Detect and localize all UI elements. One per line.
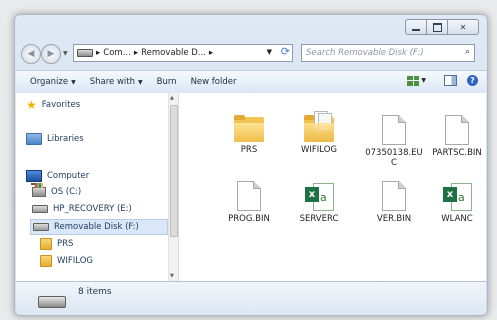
drive-icon xyxy=(77,49,93,57)
chevron-down-icon: ▼ xyxy=(71,79,76,86)
back-button[interactable]: ◀ xyxy=(21,44,41,64)
file-item-serverc[interactable]: x SERVERC xyxy=(289,181,349,224)
file-item-wlanc[interactable]: x WLANC xyxy=(427,181,487,224)
forward-arrow-icon: ▶ xyxy=(47,49,55,59)
file-item-07350138-euc[interactable]: 07350138.EUC xyxy=(364,115,424,168)
address-row: ◀ ▶ ▼ ▸ Com... ▸ Removable D... ▸ ▼ ⟳ Se… xyxy=(21,42,481,66)
breadcrumb-computer[interactable]: Com... xyxy=(103,48,131,58)
caption-buttons: ✕ xyxy=(405,19,479,35)
close-icon: ✕ xyxy=(459,22,467,32)
file-name: PRS xyxy=(240,145,258,155)
nav-item-os-drive[interactable]: OS (C:) xyxy=(32,183,82,197)
file-item-partsc-bin[interactable]: PARTSC.BIN xyxy=(427,115,487,158)
share-with-label: Share with xyxy=(89,77,135,87)
excel-file-icon: x xyxy=(443,181,472,211)
view-controls: ▼ ? xyxy=(407,75,478,86)
file-name: VER.BIN xyxy=(376,214,412,224)
file-name: PROG.BIN xyxy=(228,214,270,224)
minimize-button[interactable] xyxy=(405,19,427,35)
removable-drive-icon xyxy=(33,223,49,231)
new-folder-button[interactable]: New folder xyxy=(191,77,237,87)
change-view-icon[interactable] xyxy=(407,75,420,86)
address-bar[interactable]: ▸ Com... ▸ Removable D... ▸ ▼ ⟳ xyxy=(73,44,293,62)
preview-pane-icon[interactable] xyxy=(444,75,457,86)
file-item-ver-bin[interactable]: VER.BIN xyxy=(364,181,424,224)
burn-button[interactable]: Burn xyxy=(157,77,177,87)
file-list: PRS WIFILOG 07350138.EUC PARTSC.BIN PROG… xyxy=(179,93,486,281)
folder-with-documents-icon xyxy=(304,111,334,142)
nav-item-libraries[interactable]: Libraries xyxy=(26,133,84,145)
nav-scrollbar[interactable]: ▲ ▼ xyxy=(168,93,178,281)
file-name: 07350138.EUC xyxy=(365,148,423,168)
scroll-up-icon[interactable]: ▲ xyxy=(170,95,174,101)
recent-pages-dropdown[interactable]: ▼ xyxy=(63,50,68,57)
star-icon: ★ xyxy=(26,98,37,112)
nav-item-computer[interactable]: Computer xyxy=(26,170,90,185)
excel-file-icon: x xyxy=(305,181,334,211)
generic-file-icon xyxy=(445,115,469,145)
file-name: SERVERC xyxy=(299,214,339,224)
view-dropdown-icon[interactable]: ▼ xyxy=(421,77,426,84)
scrollbar-thumb[interactable] xyxy=(170,105,178,237)
organize-label: Organize xyxy=(30,77,69,87)
file-item-prog-bin[interactable]: PROG.BIN xyxy=(219,181,279,224)
file-name: PARTSC.BIN xyxy=(432,148,482,158)
hard-drive-icon xyxy=(32,205,48,213)
folder-icon xyxy=(234,115,264,142)
library-icon xyxy=(26,133,42,145)
chevron-down-icon: ▼ xyxy=(137,79,143,86)
forward-button[interactable]: ▶ xyxy=(41,44,61,64)
windows-drive-icon xyxy=(32,183,46,197)
nav-item-label: WIFILOG xyxy=(57,256,94,266)
maximize-button[interactable] xyxy=(426,19,448,35)
file-item-prs[interactable]: PRS xyxy=(219,115,279,155)
nav-item-label: Favorites xyxy=(41,100,81,110)
search-placeholder: Search Removable Disk (F:) xyxy=(306,48,424,58)
nav-item-label: Computer xyxy=(47,171,90,181)
folder-icon xyxy=(40,255,52,267)
nav-item-label: HP_RECOVERY (E:) xyxy=(53,204,132,214)
computer-icon xyxy=(26,170,42,185)
generic-file-icon xyxy=(237,181,261,211)
maximize-icon xyxy=(432,22,442,32)
minimize-icon xyxy=(412,28,420,31)
nav-item-hp-recovery[interactable]: HP_RECOVERY (E:) xyxy=(32,204,132,214)
file-name: WLANC xyxy=(441,214,473,224)
generic-file-icon xyxy=(382,115,406,145)
explorer-window: ✕ ◀ ▶ ▼ ▸ Com... ▸ Removable D... ▸ ▼ ⟳ … xyxy=(14,14,488,316)
scroll-down-icon[interactable]: ▼ xyxy=(170,273,174,279)
breadcrumb-separator-icon: ▸ xyxy=(133,48,139,58)
generic-file-icon xyxy=(382,181,406,211)
refresh-icon[interactable]: ⟳ xyxy=(281,45,290,58)
address-dropdown-icon[interactable]: ▼ xyxy=(267,48,272,56)
organize-button[interactable]: Organize ▼ xyxy=(30,77,76,87)
nav-item-label: PRS xyxy=(57,239,74,249)
nav-item-label: Libraries xyxy=(47,134,84,144)
command-bar: Organize ▼ Share with ▼ Burn New folder ▼ … xyxy=(16,70,486,94)
breadcrumb: ▸ Com... ▸ Removable D... ▸ xyxy=(96,48,216,58)
search-icon[interactable]: ⌕ xyxy=(465,47,470,57)
file-name: WIFILOG xyxy=(300,145,338,155)
nav-item-label: OS (C:) xyxy=(51,187,82,197)
nav-item-label: Removable Disk (F:) xyxy=(54,222,139,232)
nav-item-removable-disk[interactable]: Removable Disk (F:) xyxy=(30,219,168,235)
close-button[interactable]: ✕ xyxy=(447,19,479,35)
folder-icon xyxy=(40,238,52,250)
breadcrumb-separator-icon: ▸ xyxy=(96,48,101,58)
details-pane: 8 items xyxy=(16,281,486,315)
share-with-button[interactable]: Share with ▼ xyxy=(90,77,143,87)
file-item-wifilog[interactable]: WIFILOG xyxy=(289,111,349,155)
search-input[interactable]: Search Removable Disk (F:) ⌕ xyxy=(301,44,475,62)
back-arrow-icon: ◀ xyxy=(27,49,35,59)
item-count: 8 items xyxy=(78,287,112,297)
navigation-pane: ★ Favorites Libraries Computer OS (C:) H… xyxy=(16,93,179,281)
help-icon[interactable]: ? xyxy=(467,75,478,86)
breadcrumb-removable-disk[interactable]: Removable D... xyxy=(141,48,206,58)
removable-drive-icon xyxy=(38,296,66,308)
nav-item-wifilog[interactable]: WIFILOG xyxy=(40,255,93,267)
breadcrumb-separator-icon: ▸ xyxy=(208,48,214,58)
nav-item-favorites[interactable]: ★ Favorites xyxy=(26,98,80,112)
nav-item-prs[interactable]: PRS xyxy=(40,238,73,250)
